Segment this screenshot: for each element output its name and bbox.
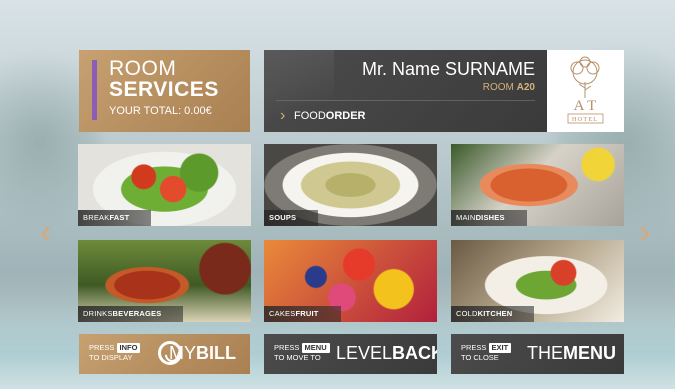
- room-services-title-line2: SERVICES: [109, 78, 219, 101]
- chevron-right-icon: ›: [280, 107, 286, 124]
- info-key: INFO: [116, 343, 141, 353]
- menu-key: MENU: [301, 343, 330, 353]
- room-number: ROOM A20: [482, 82, 535, 93]
- menu-tile-soups[interactable]: SOUPS: [264, 144, 437, 226]
- close-menu-button[interactable]: PRESS EXIT TO CLOSE THEMENU: [451, 334, 624, 374]
- hotel-logo: A T HOTEL: [547, 50, 624, 132]
- level-back-label: LEVELBACK: [336, 343, 437, 363]
- guest-panel: Mr. Name SURNAME ROOM A20 › FOODORDER: [264, 50, 547, 132]
- your-total: YOUR TOTAL: 0.00€: [109, 105, 212, 117]
- chevron-left-icon[interactable]: ‹: [40, 215, 51, 249]
- guest-name: Mr. Name SURNAME: [361, 59, 535, 79]
- menu-tile-drinks-beverages[interactable]: DRINKSBEVERAGES: [78, 240, 251, 322]
- menu-tile-label: SOUPS: [264, 210, 319, 226]
- breadcrumb-food-order: FOODORDER: [294, 110, 366, 122]
- logo-caption: HOTEL: [572, 116, 598, 123]
- menu-tile-label: DRINKSBEVERAGES: [78, 306, 184, 322]
- level-back-button[interactable]: PRESS MENU TO MOVE TO LEVELBACK: [264, 334, 437, 374]
- logo-monogram: A T: [574, 98, 597, 114]
- room-services-panel: ROOM SERVICES YOUR TOTAL: 0.00€: [79, 50, 250, 132]
- menu-tile-label: COLDKITCHEN: [451, 306, 535, 322]
- menu-tile-label: BREAKFAST: [78, 210, 152, 226]
- menu-tile-main-dishes[interactable]: MAINDISHES: [451, 144, 624, 226]
- chevron-right-icon[interactable]: ›: [639, 215, 650, 249]
- accent-bar: [92, 60, 97, 120]
- the-menu-label: THEMENU: [527, 343, 616, 363]
- my-bill-label: MYBILL: [169, 343, 236, 363]
- press-menu-hint: PRESS MENU TO MOVE TO: [274, 343, 330, 363]
- menu-tile-label: CAKESFRUIT: [264, 306, 341, 322]
- exit-key: EXIT: [488, 343, 512, 353]
- menu-tile-label: MAINDISHES: [451, 210, 527, 226]
- menu-tile-cold-kitchen[interactable]: COLDKITCHEN: [451, 240, 624, 322]
- menu-tile-breakfast[interactable]: BREAKFAST: [78, 144, 251, 226]
- press-exit-hint: PRESS EXIT TO CLOSE: [461, 343, 512, 363]
- divider: [276, 100, 535, 101]
- press-info-hint: PRESS INFO TO DISPLAY: [89, 343, 141, 363]
- room-services-title-line1: ROOM: [109, 57, 177, 80]
- menu-tile-cakes-fruit[interactable]: CAKESFRUIT: [264, 240, 437, 322]
- my-bill-button[interactable]: PRESS INFO TO DISPLAY MYBILL: [79, 334, 250, 374]
